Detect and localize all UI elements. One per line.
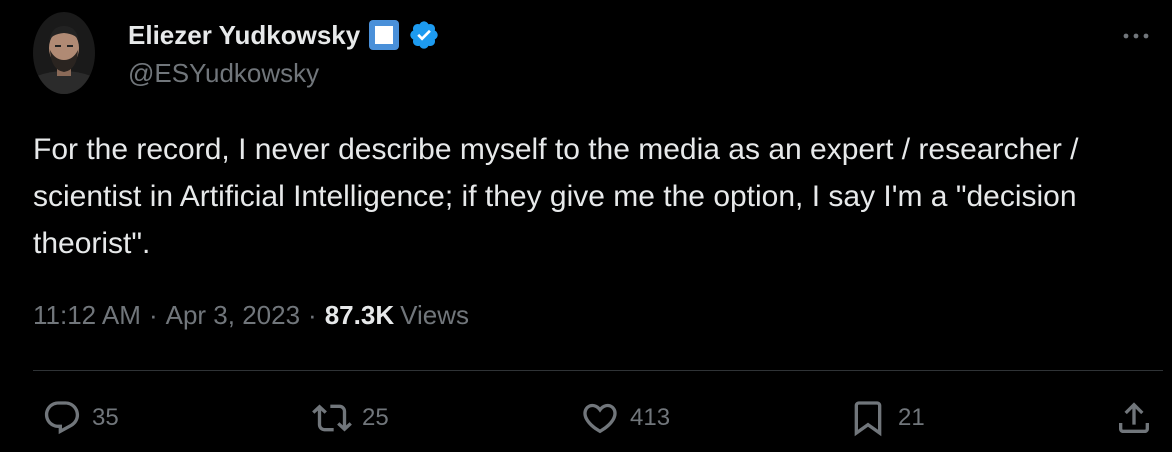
tweet-time[interactable]: 11:12 AM (33, 300, 141, 331)
avatar-photo (33, 12, 95, 94)
share-button[interactable] (1114, 398, 1154, 438)
meta-separator: · (148, 300, 158, 330)
tweet: Eliezer Yudkowsky @ESYudkowsky For the r… (0, 0, 1172, 452)
verified-badge-icon[interactable] (408, 19, 440, 51)
retweet-icon (312, 404, 352, 432)
bookmark-button[interactable]: 21 (848, 398, 925, 438)
views-count[interactable]: 87.3K (325, 300, 394, 331)
display-name[interactable]: Eliezer Yudkowsky (128, 20, 360, 51)
bookmark-icon (854, 401, 882, 437)
divider (33, 370, 1163, 371)
meta-separator: · (308, 300, 317, 330)
reply-icon (44, 401, 80, 435)
tweet-date[interactable]: Apr 3, 2023 (166, 300, 300, 331)
bookmark-count: 21 (898, 404, 925, 431)
avatar[interactable] (33, 12, 95, 94)
reply-button[interactable]: 35 (42, 398, 119, 438)
retweet-button[interactable]: 25 (312, 398, 389, 438)
more-button[interactable] (1118, 18, 1154, 54)
like-count: 413 (630, 404, 671, 431)
heart-icon (583, 403, 617, 434)
tweet-text: For the record, I never describe myself … (33, 133, 1079, 260)
author-handle[interactable]: @ESYudkowsky (128, 58, 319, 89)
share-icon (1119, 402, 1149, 433)
like-button[interactable]: 413 (580, 398, 670, 438)
tweet-meta: 11:12 AM · Apr 3, 2023 · 87.3K Views (33, 300, 469, 331)
views-label: Views (400, 300, 469, 330)
reply-count: 35 (92, 404, 119, 431)
white-square-button-emoji-icon (368, 19, 400, 51)
author-name-row: Eliezer Yudkowsky (128, 16, 440, 54)
more-icon (1123, 33, 1149, 39)
retweet-count: 25 (362, 404, 389, 431)
